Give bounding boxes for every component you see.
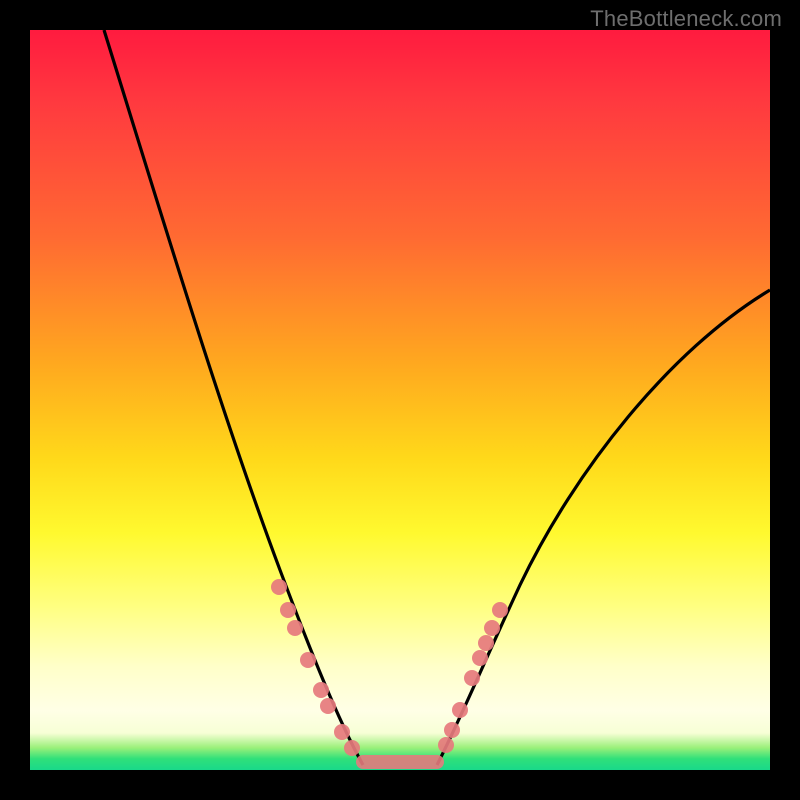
chart-svg <box>30 30 770 770</box>
plot-area <box>30 30 770 770</box>
marker-dot <box>313 682 329 698</box>
marker-dot <box>280 602 296 618</box>
marker-dot <box>344 740 360 756</box>
marker-dot <box>492 602 508 618</box>
marker-dot <box>334 724 350 740</box>
marker-dot <box>472 650 488 666</box>
marker-dot <box>484 620 500 636</box>
marker-dot <box>271 579 287 595</box>
chart-frame: TheBottleneck.com <box>0 0 800 800</box>
marker-dot <box>300 652 316 668</box>
watermark-text: TheBottleneck.com <box>590 6 782 32</box>
curve-left <box>104 30 363 765</box>
marker-dot <box>444 722 460 738</box>
marker-dot <box>287 620 303 636</box>
marker-dot <box>438 737 454 753</box>
marker-dot <box>320 698 336 714</box>
marker-dot <box>464 670 480 686</box>
marker-dot <box>452 702 468 718</box>
marker-dot <box>478 635 494 651</box>
curve-right <box>437 290 770 765</box>
